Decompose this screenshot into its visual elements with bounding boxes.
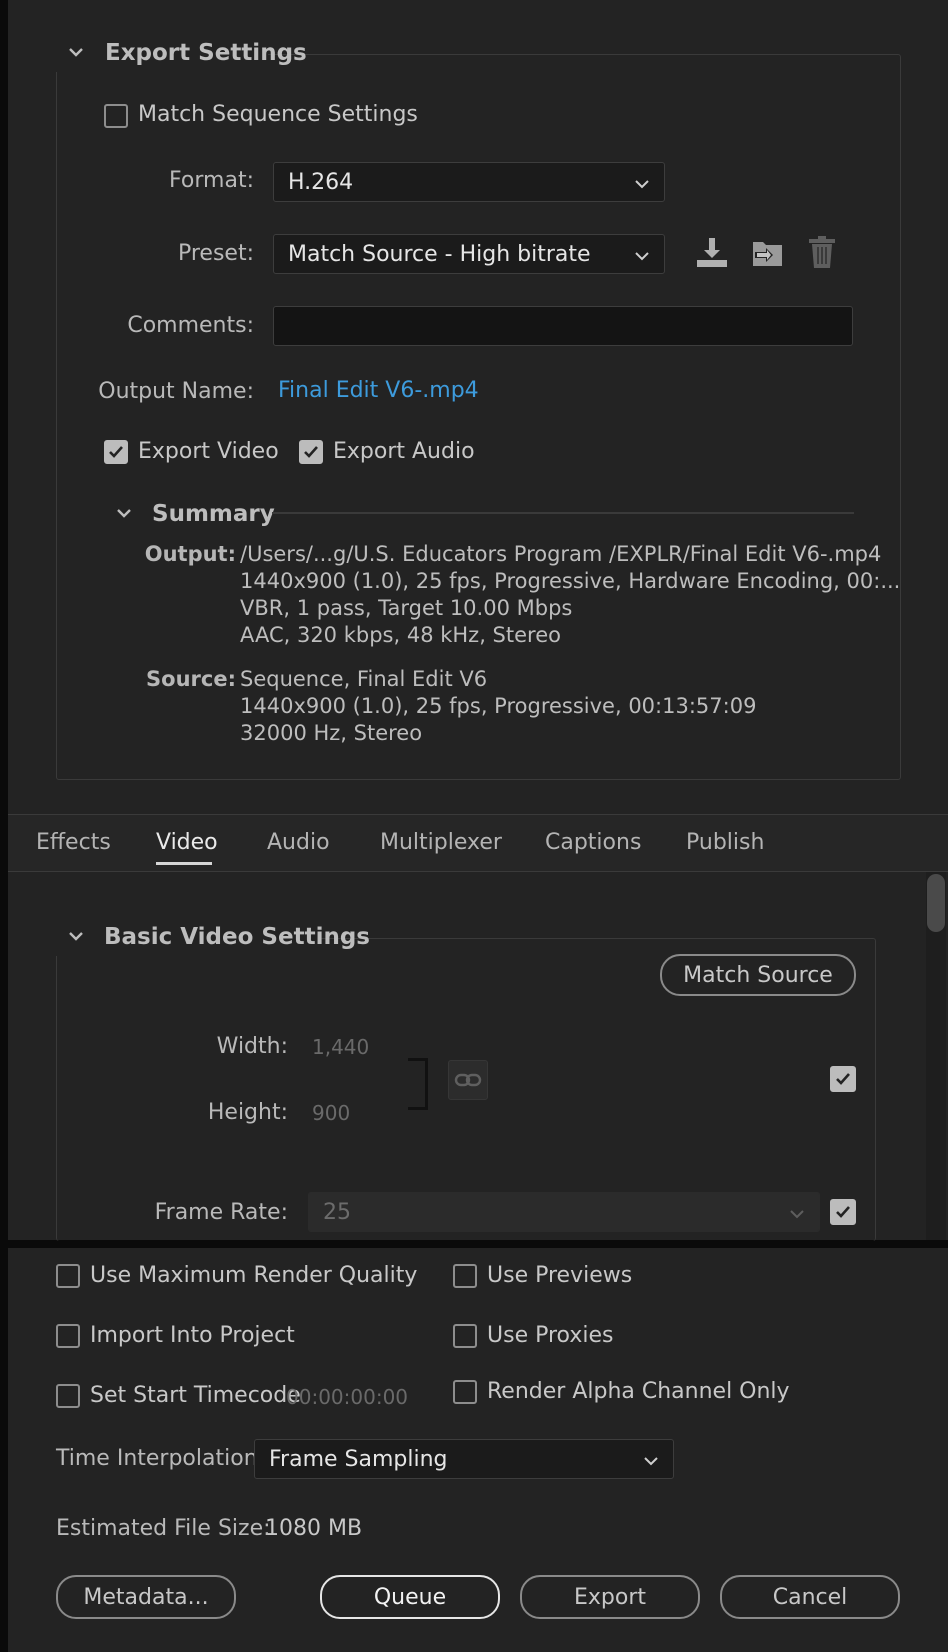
import-into-project-checkbox[interactable] xyxy=(56,1324,80,1348)
basic-video-settings-title: Basic Video Settings xyxy=(104,924,370,950)
estimated-file-size-value: 1080 MB xyxy=(265,1516,363,1541)
format-label: Format: xyxy=(169,168,254,193)
use-proxies-checkbox[interactable] xyxy=(453,1324,477,1348)
summary-source-line: 32000 Hz, Stereo xyxy=(240,721,423,745)
frame-rate-value: 25 xyxy=(323,1199,351,1225)
save-preset-icon[interactable] xyxy=(694,236,730,274)
chevron-down-icon xyxy=(789,1200,805,1225)
estimated-file-size-label: Estimated File Size: xyxy=(56,1516,271,1541)
frame-rate-dropdown[interactable]: 25 xyxy=(308,1192,820,1232)
match-source-button[interactable]: Match Source xyxy=(660,954,856,996)
export-video-checkbox[interactable] xyxy=(104,440,128,464)
summary-output-line: VBR, 1 pass, Target 10.00 Mbps xyxy=(240,596,573,620)
use-previews-checkbox[interactable] xyxy=(453,1264,477,1288)
tab-multiplexer[interactable]: Multiplexer xyxy=(380,830,502,855)
width-label: Width: xyxy=(216,1034,288,1059)
preset-dropdown[interactable]: Match Source - High bitrate xyxy=(273,234,665,274)
collapse-basic-video-icon[interactable] xyxy=(66,926,86,946)
width-value[interactable]: 1,440 xyxy=(312,1035,369,1059)
format-value: H.264 xyxy=(288,169,354,195)
summary-output-key: Output: xyxy=(144,542,236,566)
summary-output-line: 1440x900 (1.0), 25 fps, Progressive, Har… xyxy=(240,569,901,593)
summary-source-key: Source: xyxy=(146,667,236,691)
export-video-label: Export Video xyxy=(138,439,279,464)
comments-field[interactable] xyxy=(273,306,853,346)
tab-audio[interactable]: Audio xyxy=(267,830,330,855)
format-dropdown[interactable]: H.264 xyxy=(273,162,665,202)
export-button[interactable]: Export xyxy=(520,1575,700,1619)
collapse-export-settings-icon[interactable] xyxy=(66,42,86,62)
tab-publish[interactable]: Publish xyxy=(686,830,764,855)
set-start-timecode-label: Set Start Timecode xyxy=(90,1383,301,1408)
max-render-quality-checkbox[interactable] xyxy=(56,1264,80,1288)
metadata-button[interactable]: Metadata... xyxy=(56,1575,236,1619)
delete-preset-icon[interactable] xyxy=(805,234,839,274)
active-tab-indicator xyxy=(156,862,212,865)
cancel-button[interactable]: Cancel xyxy=(720,1575,900,1619)
match-sequence-label: Match Sequence Settings xyxy=(138,102,418,127)
tab-effects[interactable]: Effects xyxy=(36,830,111,855)
chevron-down-icon xyxy=(634,242,650,267)
link-bracket xyxy=(408,1058,428,1110)
scrollbar-thumb[interactable] xyxy=(927,874,945,932)
time-interpolation-dropdown[interactable]: Frame Sampling xyxy=(254,1439,674,1479)
time-interpolation-value: Frame Sampling xyxy=(269,1446,448,1472)
export-audio-label: Export Audio xyxy=(333,439,475,464)
override-frame-rate-checkbox[interactable] xyxy=(830,1199,856,1225)
summary-divider xyxy=(272,512,854,514)
height-value[interactable]: 900 xyxy=(312,1101,350,1125)
frame-rate-label: Frame Rate: xyxy=(154,1200,288,1225)
max-render-quality-label: Use Maximum Render Quality xyxy=(90,1263,418,1288)
summary-output-line: AAC, 320 kbps, 48 kHz, Stereo xyxy=(240,623,561,647)
summary-source-line: 1440x900 (1.0), 25 fps, Progressive, 00:… xyxy=(240,694,757,718)
comments-label: Comments: xyxy=(127,313,254,338)
output-name-label: Output Name: xyxy=(98,379,254,404)
set-start-timecode-checkbox[interactable] xyxy=(56,1384,80,1408)
import-into-project-label: Import Into Project xyxy=(90,1323,295,1348)
summary-title: Summary xyxy=(152,501,275,527)
chevron-down-icon xyxy=(634,170,650,195)
summary-output-lines: /Users/...g/U.S. Educators Program /EXPL… xyxy=(240,541,900,649)
start-timecode-value[interactable]: 00:00:00:00 xyxy=(286,1385,408,1409)
tab-video[interactable]: Video xyxy=(156,830,218,855)
render-alpha-only-label: Render Alpha Channel Only xyxy=(487,1379,790,1404)
output-name-link[interactable]: Final Edit V6-.mp4 xyxy=(278,378,479,403)
render-alpha-only-checkbox[interactable] xyxy=(453,1380,477,1404)
chevron-down-icon xyxy=(643,1447,659,1472)
preset-label: Preset: xyxy=(177,241,254,266)
collapse-summary-icon[interactable] xyxy=(114,503,134,523)
summary-source-lines: Sequence, Final Edit V6 1440x900 (1.0), … xyxy=(240,666,756,747)
export-settings-title: Export Settings xyxy=(105,40,307,66)
tab-captions[interactable]: Captions xyxy=(545,830,641,855)
use-previews-label: Use Previews xyxy=(487,1263,633,1288)
override-dimensions-checkbox[interactable] xyxy=(830,1066,856,1092)
match-sequence-checkbox[interactable] xyxy=(104,104,128,128)
link-dimensions-icon[interactable] xyxy=(448,1060,488,1100)
import-preset-icon[interactable] xyxy=(749,236,785,274)
summary-source-line: Sequence, Final Edit V6 xyxy=(240,667,488,691)
preset-value: Match Source - High bitrate xyxy=(288,241,591,267)
summary-output-line: /Users/...g/U.S. Educators Program /EXPL… xyxy=(240,542,882,566)
height-label: Height: xyxy=(207,1100,288,1125)
time-interpolation-label: Time Interpolation: xyxy=(56,1446,266,1471)
queue-button[interactable]: Queue xyxy=(320,1575,500,1619)
use-proxies-label: Use Proxies xyxy=(487,1323,614,1348)
export-audio-checkbox[interactable] xyxy=(299,440,323,464)
